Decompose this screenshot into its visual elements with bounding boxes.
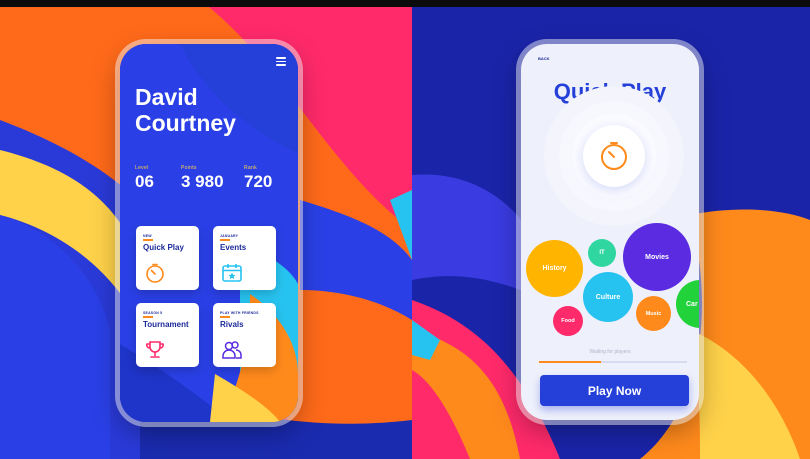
- tile-tag: PLAY WITH FRIENDS: [220, 311, 259, 315]
- menu-icon[interactable]: [276, 57, 286, 66]
- tile-title: Events: [220, 243, 247, 252]
- stat-label: Level: [135, 165, 149, 171]
- stat-label: Rank: [244, 165, 257, 171]
- tile-divider: [143, 316, 153, 318]
- category-culture[interactable]: Culture: [583, 272, 633, 322]
- profile-name: David Courtney: [135, 84, 236, 136]
- stat-level: Level 06: [135, 165, 154, 192]
- top-bar: [0, 0, 810, 7]
- tile-title: Quick Play: [143, 243, 184, 252]
- stat-value: 720: [244, 172, 273, 191]
- category-food[interactable]: Food: [553, 306, 583, 336]
- tile-divider: [220, 239, 230, 241]
- category-it[interactable]: IT: [588, 239, 616, 267]
- calendar-star-icon: [222, 264, 242, 282]
- tile-tag: SEASON 5: [143, 311, 163, 315]
- profile-phone: David Courtney Level 06 Points 3 980 Ran…: [120, 44, 298, 422]
- stat-value: 06: [135, 172, 154, 191]
- tile-divider: [220, 316, 230, 318]
- screen: David Courtney Level 06 Points 3 980 Ran…: [0, 0, 810, 459]
- tile-events[interactable]: JANUARY Events: [213, 226, 276, 290]
- progress-bar: [539, 361, 687, 363]
- tile-title: Rivals: [220, 320, 244, 329]
- progress-fill: [539, 361, 602, 363]
- play-now-button[interactable]: Play Now: [540, 375, 689, 406]
- category-music[interactable]: Music: [636, 296, 671, 331]
- stopwatch-icon: [601, 142, 627, 170]
- tile-tag: JANUARY: [220, 234, 239, 238]
- category-history[interactable]: History: [526, 240, 583, 297]
- status-text: Waiting for players: [589, 349, 631, 355]
- stat-label: Points: [181, 165, 197, 171]
- category-movies[interactable]: Movies: [623, 223, 691, 291]
- stopwatch-icon: [146, 263, 164, 283]
- tile-tag: NEW: [143, 234, 152, 238]
- profile-last-name: Courtney: [135, 110, 236, 136]
- trophy-icon: [146, 341, 164, 358]
- tile-divider: [143, 239, 153, 241]
- tile-rivals[interactable]: PLAY WITH FRIENDS Rivals: [213, 303, 276, 367]
- stat-rank: Rank 720: [244, 165, 272, 192]
- tile-title: Tournament: [143, 320, 189, 329]
- tile-quick-play[interactable]: NEW Quick Play: [136, 226, 199, 290]
- users-icon: [222, 341, 242, 359]
- tile-tournament[interactable]: SEASON 5 Tournament: [136, 303, 199, 367]
- quick-play-phone: BACK Quick Play History IT Movies Cultur…: [521, 44, 699, 420]
- stat-points: Points 3 980: [181, 165, 224, 192]
- stat-value: 3 980: [181, 172, 224, 191]
- profile-first-name: David: [135, 84, 198, 110]
